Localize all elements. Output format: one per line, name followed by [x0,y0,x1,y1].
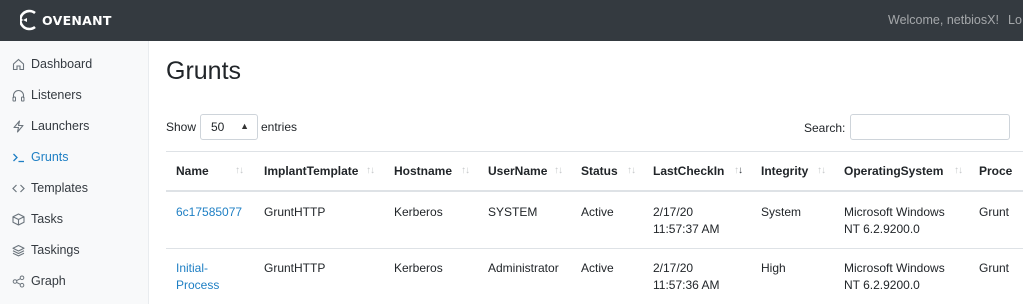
layers-icon [11,243,25,257]
sort-icon: ↑↓ [461,165,470,176]
cell-process: Grunt [979,205,1010,219]
cell-integrity: High [761,261,786,275]
sidebar-item-label: Launchers [31,119,90,133]
sort-icon: ↑↓ [235,165,244,176]
cell-last-check-in-time: 11:57:36 AM [653,278,720,292]
cell-status: Active [581,205,614,219]
home-icon [11,57,25,71]
sidebar-item-taskings[interactable]: Taskings [11,240,80,260]
sort-icon: ↑↓ [554,165,563,176]
zap-icon [11,119,25,133]
cell-operating-system-line1: Microsoft Windows [844,261,945,275]
cell-hostname: Kerberos [394,205,443,219]
sidebar-item-label: Templates [31,181,88,195]
sidebar-item-listeners[interactable]: Listeners [11,85,82,105]
show-label: Show [166,120,197,134]
sidebar-item-label: Graph [31,274,66,288]
cell-operating-system-line2: NT 6.2.9200.0 [844,222,920,236]
select-caret-icon: ▲︎ [240,121,249,131]
column-header-last-check-in[interactable]: LastCheckIn [653,164,724,178]
sort-icon: ↑↓ [627,165,636,176]
sort-icon: ↑↓ [366,165,375,176]
sidebar-item-label: Taskings [31,243,80,257]
sidebar-item-tasks[interactable]: Tasks [11,209,63,229]
cell-last-check-in-time: 11:57:37 AM [653,222,720,236]
top-navbar: OVENANT Welcome, netbiosX! Lo [0,0,1023,41]
column-header-hostname[interactable]: Hostname [394,164,452,178]
sidebar-item-launchers[interactable]: Launchers [11,116,89,136]
page-title: Grunts [166,57,242,85]
cell-username: SYSTEM [488,205,538,219]
terminal-icon [11,150,25,164]
column-header-process[interactable]: Proce [979,164,1012,178]
grunt-name-link-line2[interactable]: Process [176,277,219,294]
column-header-integrity[interactable]: Integrity [761,164,808,178]
cell-operating-system-line2: NT 6.2.9200.0 [844,278,920,292]
cell-hostname: Kerberos [394,261,443,275]
sort-desc-icon: ↑↓ [734,165,743,176]
brand-logo[interactable]: OVENANT [20,7,112,33]
column-header-name[interactable]: Name [176,164,209,178]
sidebar-item-label: Listeners [31,88,82,102]
sidebar-item-grunts[interactable]: Grunts [11,147,69,167]
share-icon [11,274,25,288]
sort-icon: ↑↓ [817,165,826,176]
sidebar-item-dashboard[interactable]: Dashboard [11,54,92,74]
sidebar-item-label: Grunts [31,150,69,164]
welcome-text: Welcome, netbiosX! [888,13,999,27]
cell-last-check-in-date: 2/17/20 [653,205,694,219]
table-top-border [166,151,1023,152]
sidebar: Dashboard Listeners Launchers Grunts Tem… [0,41,149,304]
cell-username: Administrator [488,261,559,275]
grunt-name-link[interactable]: 6c17585077 [176,204,242,221]
table-header-border [166,190,1023,192]
search-label: Search: [804,121,846,135]
entries-label: entries [261,120,298,134]
sidebar-item-graph[interactable]: Graph [11,271,66,291]
sidebar-item-label: Tasks [31,212,63,226]
column-header-status[interactable]: Status [581,164,618,178]
sidebar-item-label: Dashboard [31,57,93,71]
main-content: Grunts Show 50 ▲︎ entries Search: Name ↑… [149,41,1023,304]
cell-process: Grunt [979,261,1010,275]
entries-select[interactable]: 50 ▲︎ [200,114,258,140]
sidebar-item-templates[interactable]: Templates [11,178,88,198]
headphones-icon [11,88,25,102]
cell-status: Active [581,261,614,275]
box-icon [11,212,25,226]
cell-integrity: System [761,205,802,219]
covenant-logo-icon [20,9,36,31]
logout-link[interactable]: Lo [1008,13,1022,27]
cell-last-check-in-date: 2/17/20 [653,261,694,275]
cell-implant-template: GruntHTTP [264,205,326,219]
column-header-operating-system[interactable]: OperatingSystem [844,164,943,178]
grunt-name-link-line1[interactable]: Initial- [176,260,208,277]
column-header-username[interactable]: UserName [488,164,547,178]
column-header-implant-template[interactable]: ImplantTemplate [264,164,358,178]
brand-name: OVENANT [42,12,112,28]
entries-select-value: 50 [211,120,225,134]
cell-implant-template: GruntHTTP [264,261,326,275]
code-icon [11,181,25,195]
search-input[interactable] [850,114,1010,140]
sort-icon: ↑↓ [954,165,963,176]
row-divider [166,248,1023,249]
cell-operating-system-line1: Microsoft Windows [844,205,945,219]
